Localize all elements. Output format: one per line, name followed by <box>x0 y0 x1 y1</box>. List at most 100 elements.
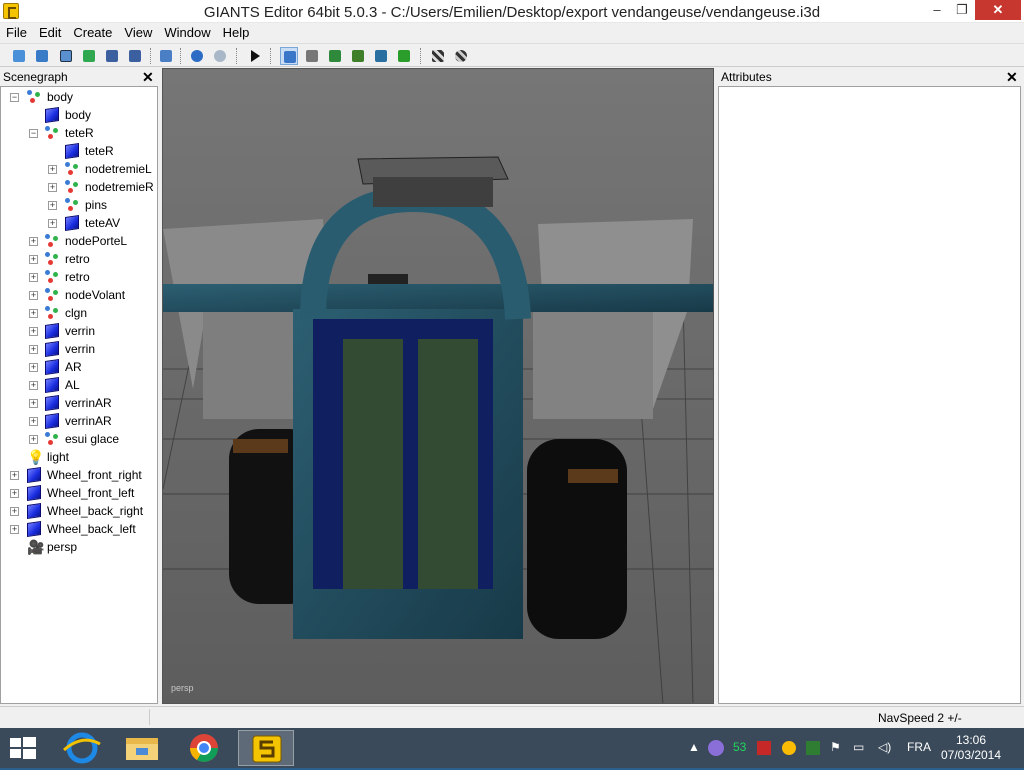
scenegraph-node[interactable]: + AR <box>1 358 157 376</box>
close-button[interactable]: ✕ <box>975 0 1021 20</box>
scenegraph-node[interactable]: 💡 light <box>1 448 157 466</box>
expand-toggle-icon[interactable]: + <box>29 381 38 390</box>
expand-toggle-icon[interactable]: + <box>10 489 19 498</box>
import-icon[interactable] <box>157 47 175 65</box>
attributes-close-button[interactable]: ✕ <box>1006 69 1018 86</box>
scenegraph-node[interactable]: teteR <box>1 142 157 160</box>
expand-toggle-icon[interactable]: + <box>29 291 38 300</box>
magnet-tool-icon[interactable] <box>303 47 321 65</box>
expand-toggle-icon[interactable]: + <box>48 165 57 174</box>
scenegraph-node[interactable]: 🎥 persp <box>1 538 157 556</box>
expand-toggle-icon[interactable]: + <box>10 525 19 534</box>
3d-viewport[interactable]: persp <box>162 68 714 704</box>
scenegraph-node[interactable]: + Wheel_back_right <box>1 502 157 520</box>
play-icon[interactable] <box>246 47 264 65</box>
expand-toggle-icon[interactable]: + <box>29 237 38 246</box>
restore-button[interactable]: ❐ <box>950 0 974 20</box>
expand-toggle-icon[interactable]: + <box>10 507 19 516</box>
terrain-detail-icon[interactable] <box>372 47 390 65</box>
scenegraph-node[interactable]: + teteAV <box>1 214 157 232</box>
scenegraph-node[interactable]: + nodePorteL <box>1 232 157 250</box>
menu-file[interactable]: File <box>0 24 33 41</box>
refresh-icon[interactable] <box>80 47 98 65</box>
language-indicator[interactable]: FRA <box>907 740 931 754</box>
new-file-icon[interactable] <box>10 47 28 65</box>
scenegraph-node[interactable]: + verrinAR <box>1 412 157 430</box>
scenegraph-close-button[interactable]: ✕ <box>142 69 154 86</box>
menu-view[interactable]: View <box>118 24 158 41</box>
scenegraph-node[interactable]: + nodetremieR <box>1 178 157 196</box>
attributes-panel[interactable] <box>718 86 1021 704</box>
save-icon[interactable] <box>103 47 121 65</box>
foliage-paint-icon[interactable] <box>395 47 413 65</box>
expand-toggle-icon[interactable]: + <box>48 219 57 228</box>
scenegraph-node[interactable]: + clgn <box>1 304 157 322</box>
giants-editor-icon[interactable] <box>238 730 294 766</box>
scenegraph-node[interactable]: + Wheel_back_left <box>1 520 157 538</box>
expand-toggle-icon[interactable]: + <box>29 435 38 444</box>
title-bar[interactable]: GIANTS Editor 64bit 5.0.3 - C:/Users/Emi… <box>0 0 1024 23</box>
menu-edit[interactable]: Edit <box>33 24 67 41</box>
collapse-toggle-icon[interactable]: − <box>29 129 38 138</box>
clock[interactable]: 13:06 07/03/2014 <box>936 733 1006 763</box>
scenegraph-node[interactable]: + verrin <box>1 340 157 358</box>
menu-create[interactable]: Create <box>67 24 118 41</box>
internet-explorer-icon[interactable] <box>54 730 110 766</box>
expand-toggle-icon[interactable]: + <box>29 399 38 408</box>
scenegraph-node[interactable]: − teteR <box>1 124 157 142</box>
expand-toggle-icon[interactable]: + <box>29 363 38 372</box>
scenegraph-node[interactable]: + verrinAR <box>1 394 157 412</box>
expand-toggle-icon[interactable]: + <box>29 273 38 282</box>
flag-icon[interactable]: ⚑ <box>830 740 841 754</box>
chrome-tray-icon[interactable] <box>782 741 796 755</box>
show-hidden-icons-icon[interactable]: ▲ <box>688 740 700 754</box>
expand-toggle-icon[interactable]: + <box>29 345 38 354</box>
scenegraph-node[interactable]: body <box>1 106 157 124</box>
chrome-icon[interactable] <box>176 730 232 766</box>
scenegraph-node[interactable]: − body <box>1 88 157 106</box>
shape-cube-icon <box>45 341 59 357</box>
scenegraph-node[interactable]: + Wheel_front_right <box>1 466 157 484</box>
tray-app-icon[interactable] <box>708 740 724 756</box>
network-icon[interactable]: ▭ <box>853 740 864 754</box>
render-settings-icon[interactable] <box>452 47 470 65</box>
expand-toggle-icon[interactable]: + <box>48 201 57 210</box>
tray-counter[interactable]: 53 <box>733 740 746 754</box>
menu-help[interactable]: Help <box>217 24 256 41</box>
terrain-paint-icon[interactable] <box>326 47 344 65</box>
open-folder-icon[interactable] <box>33 47 51 65</box>
security-icon[interactable] <box>806 741 820 755</box>
mail-icon[interactable] <box>757 741 771 755</box>
scenegraph-node[interactable]: + Wheel_front_left <box>1 484 157 502</box>
expand-toggle-icon[interactable]: + <box>48 183 57 192</box>
minimize-button[interactable]: – <box>925 0 949 20</box>
expand-toggle-icon[interactable]: + <box>29 255 38 264</box>
collapse-toggle-icon[interactable]: − <box>10 93 19 102</box>
expand-toggle-icon[interactable]: + <box>29 417 38 426</box>
menu-window[interactable]: Window <box>158 24 216 41</box>
expand-toggle-icon[interactable]: + <box>29 309 38 318</box>
document-icon[interactable] <box>57 47 75 65</box>
select-tool-icon[interactable] <box>280 47 298 65</box>
scenegraph-node[interactable]: + pins <box>1 196 157 214</box>
terrain-sculpt-icon[interactable] <box>349 47 367 65</box>
scenegraph-node[interactable]: + AL <box>1 376 157 394</box>
scenegraph-node[interactable]: + nodeVolant <box>1 286 157 304</box>
scenegraph-node-label: light <box>47 450 70 464</box>
scenegraph-node[interactable]: + nodetremieL <box>1 160 157 178</box>
scenegraph-tree[interactable]: − body body − teteR teteR + nodetremieL + nodetre… <box>0 86 158 704</box>
save-as-icon[interactable] <box>126 47 144 65</box>
shape-cube-icon <box>45 107 59 123</box>
expand-toggle-icon[interactable]: + <box>29 327 38 336</box>
scenegraph-node[interactable]: + retro <box>1 268 157 286</box>
checker-icon[interactable] <box>429 47 447 65</box>
scenegraph-node[interactable]: + esui glace <box>1 430 157 448</box>
scenegraph-node[interactable]: + verrin <box>1 322 157 340</box>
undo-icon[interactable] <box>188 47 206 65</box>
windows-start-icon[interactable] <box>8 734 38 762</box>
scenegraph-node[interactable]: + retro <box>1 250 157 268</box>
redo-icon[interactable] <box>211 47 229 65</box>
expand-toggle-icon[interactable]: + <box>10 471 19 480</box>
file-explorer-icon[interactable] <box>114 730 170 766</box>
volume-icon[interactable]: ◁) <box>878 740 891 754</box>
